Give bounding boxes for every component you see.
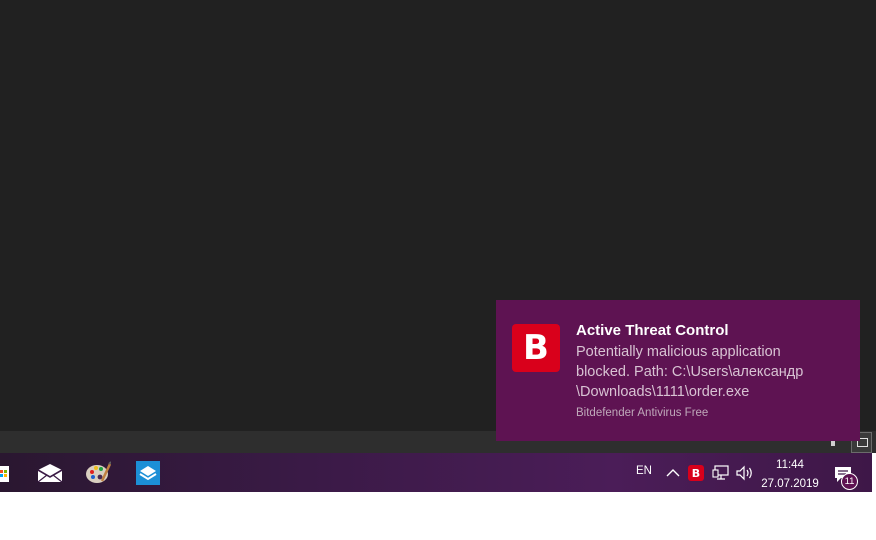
paint-icon	[86, 460, 111, 483]
toast-body-line: blocked. Path: C:\Users\александр	[576, 364, 804, 380]
mini-window-icon	[831, 441, 835, 446]
network-icon[interactable]	[712, 464, 730, 482]
chevron-up-icon[interactable]	[664, 464, 682, 482]
toast-notification[interactable]: B Active Threat Control Potentially mali…	[496, 300, 860, 441]
clock-time: 11:44	[776, 459, 804, 471]
notification-count-badge: 11	[841, 473, 858, 490]
bitdefender-tray-letter: B	[691, 466, 701, 480]
store-icon[interactable]	[0, 462, 9, 484]
toast-body-line: \Downloads\1111\order.exe	[576, 384, 750, 400]
toast-attribution: Bitdefender Antivirus Free	[576, 407, 709, 419]
off-screen-area	[0, 492, 876, 540]
language-indicator[interactable]: EN	[636, 465, 652, 477]
sandbox-app-button[interactable]	[126, 453, 170, 492]
toast-title: Active Threat Control	[576, 322, 729, 339]
clock[interactable]: 11:44 27.07.2019	[760, 457, 820, 492]
paint-app-button[interactable]	[76, 453, 120, 492]
mail-icon	[37, 463, 63, 482]
clock-date: 27.07.2019	[761, 478, 819, 490]
screen-edge	[872, 453, 876, 492]
toast-body: Potentially malicious application blocke…	[576, 342, 803, 402]
sandbox-icon	[136, 460, 160, 485]
logo-letter: B	[523, 328, 549, 368]
mail-app-button[interactable]	[28, 453, 72, 492]
volume-icon[interactable]	[735, 464, 755, 482]
bitdefender-logo-icon: B	[512, 324, 560, 372]
toast-body-line: Potentially malicious application	[576, 344, 781, 360]
bitdefender-tray-icon[interactable]: B	[688, 465, 704, 481]
